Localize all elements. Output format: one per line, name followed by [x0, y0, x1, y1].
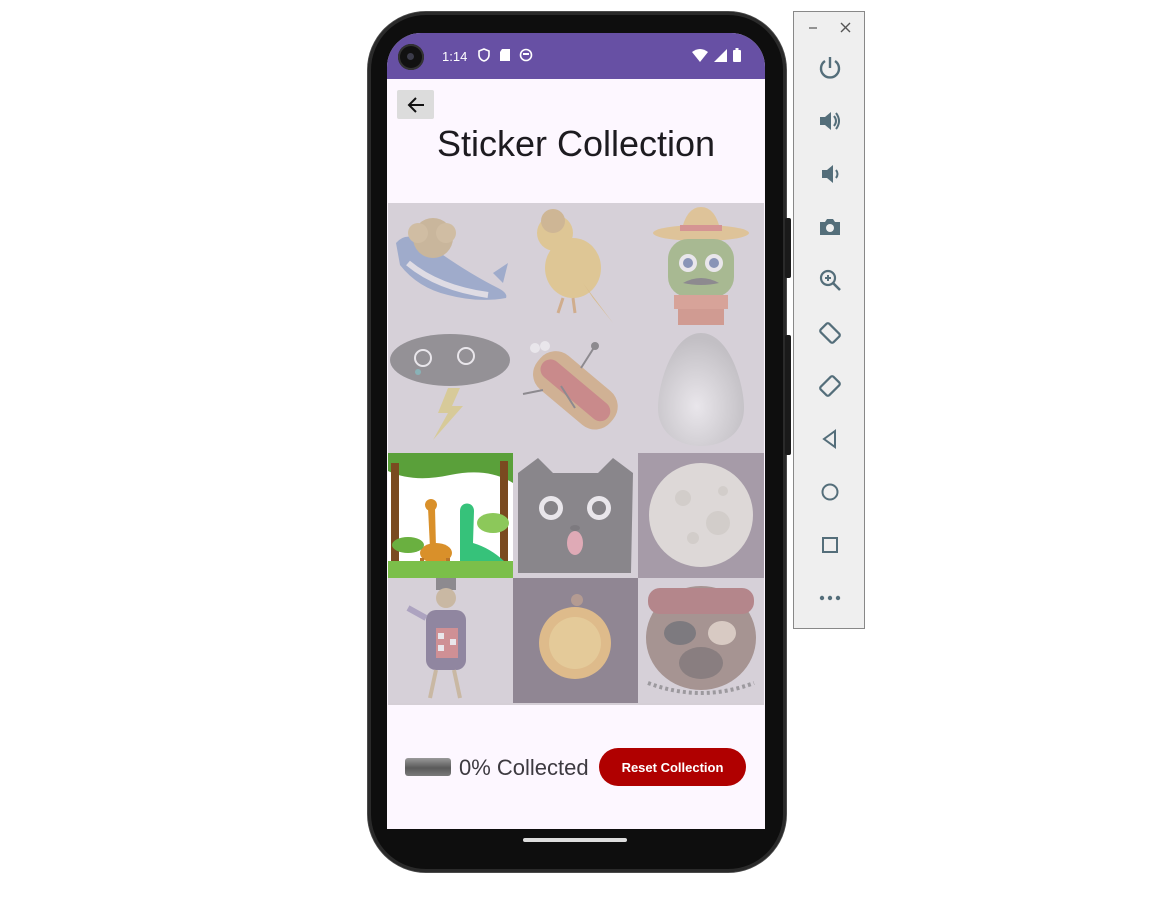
sd-card-icon	[500, 49, 510, 61]
close-icon[interactable]	[840, 22, 851, 33]
sun-planet-sticker[interactable]	[513, 578, 638, 703]
back-icon	[822, 429, 836, 449]
front-camera	[398, 44, 424, 70]
more-icon	[819, 595, 841, 601]
moon-sticker[interactable]	[638, 453, 764, 578]
pug-pirate-sticker[interactable]	[638, 578, 764, 703]
sticker-grid	[388, 203, 764, 705]
whale-sticker[interactable]	[388, 203, 513, 328]
screenshot-button[interactable]	[816, 213, 844, 241]
bird-sticker[interactable]	[513, 203, 638, 328]
volume-down-icon	[822, 165, 839, 183]
bird-magician-sticker[interactable]	[388, 578, 513, 703]
rotate-left-button[interactable]	[816, 319, 844, 347]
power-icon	[819, 57, 841, 79]
status-time: 1:14	[442, 49, 468, 64]
power-button[interactable]	[816, 54, 844, 82]
phone-volume-button	[785, 335, 791, 455]
volume-up-button[interactable]	[816, 107, 844, 135]
emulator-toolbar	[793, 11, 865, 629]
signal-icon	[714, 48, 727, 62]
rotate-right-button[interactable]	[816, 372, 844, 400]
arrow-left-icon	[407, 96, 424, 113]
volume-down-button[interactable]	[816, 160, 844, 188]
collection-progress-bar	[405, 758, 451, 776]
nav-home-button[interactable]	[816, 478, 844, 506]
battery-icon	[733, 48, 741, 62]
back-button[interactable]	[397, 90, 434, 119]
egg-sticker[interactable]	[638, 328, 764, 453]
nav-back-button[interactable]	[816, 425, 844, 453]
reset-collection-button[interactable]: Reset Collection	[599, 748, 746, 786]
wifi-icon	[692, 48, 708, 62]
phone-screen: 1:14 Sticker Collection 0% Collected Res…	[387, 33, 765, 829]
overview-icon	[822, 537, 838, 553]
zoom-icon	[819, 269, 841, 291]
collection-footer: 0% Collected Reset Collection	[387, 747, 765, 787]
status-bar: 1:14	[387, 33, 765, 79]
hotdog-sticker[interactable]	[513, 328, 638, 453]
volume-up-icon	[820, 112, 840, 130]
minimize-icon[interactable]	[808, 23, 818, 33]
storm-cloud-sticker[interactable]	[388, 328, 513, 453]
more-button[interactable]	[816, 584, 844, 612]
home-icon	[821, 483, 839, 501]
nav-overview-button[interactable]	[816, 531, 844, 559]
camera-icon	[820, 219, 840, 235]
rotate-right-icon	[819, 375, 841, 397]
collected-label: 0% Collected	[459, 755, 589, 780]
home-indicator[interactable]	[523, 838, 627, 842]
rotate-left-icon	[819, 322, 841, 344]
cactus-sombrero-sticker[interactable]	[638, 203, 764, 328]
face-icon	[519, 48, 533, 62]
phone-power-button	[785, 218, 791, 278]
giraffe-dino-sticker[interactable]	[388, 453, 513, 578]
shield-icon	[478, 48, 490, 62]
page-title: Sticker Collection	[436, 123, 716, 164]
cat-sticker[interactable]	[513, 453, 638, 578]
zoom-button[interactable]	[816, 266, 844, 294]
